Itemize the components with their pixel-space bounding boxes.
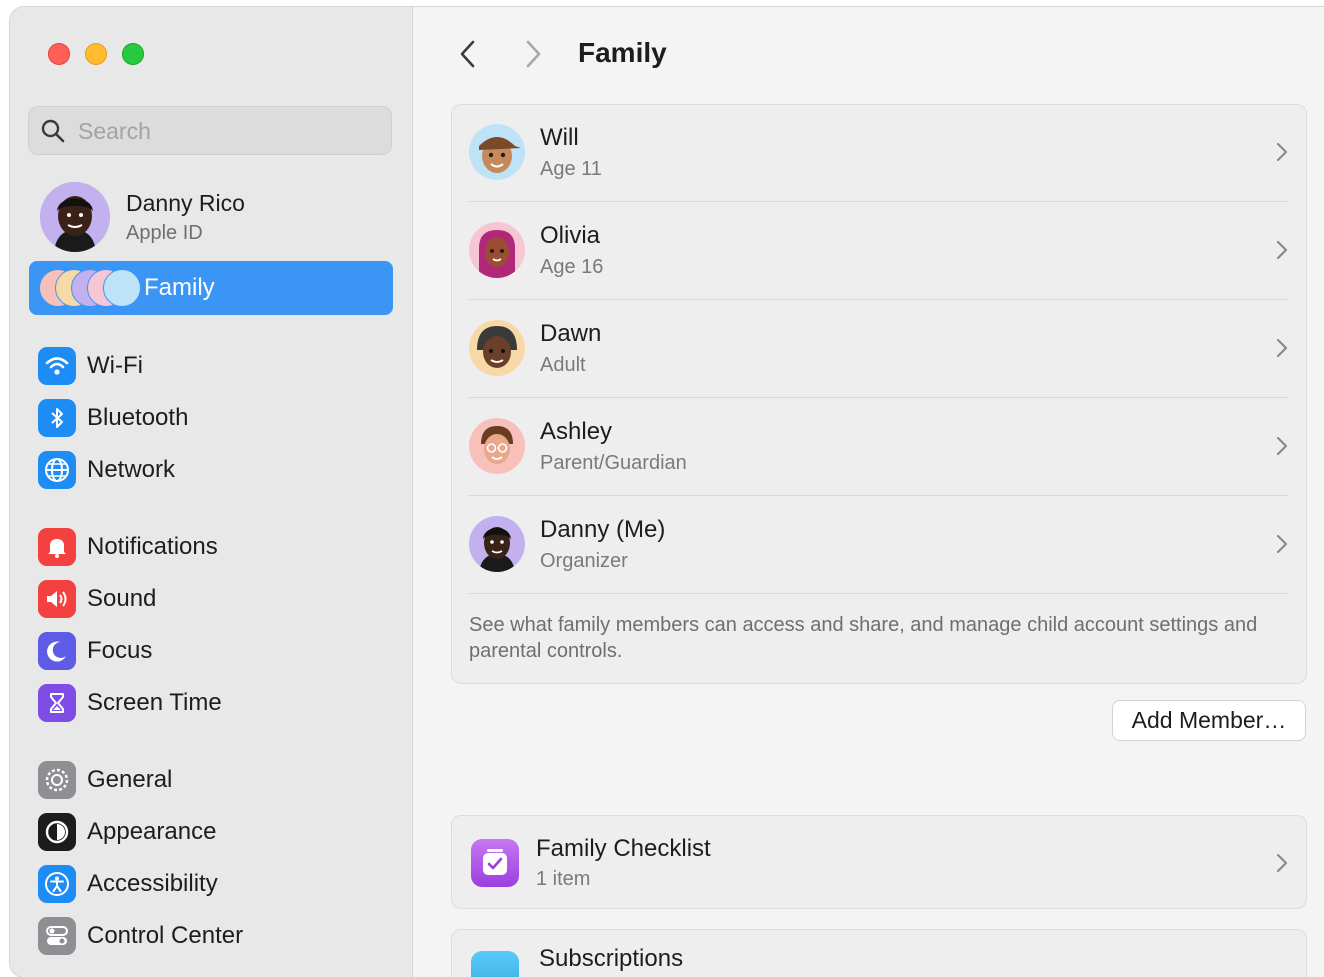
globe-icon	[38, 451, 76, 489]
sidebar-item-label: Accessibility	[87, 870, 218, 897]
member-row-danny[interactable]: Danny (Me) Organizer	[469, 496, 1289, 594]
subscriptions-title: Subscriptions	[539, 945, 684, 972]
chevron-right-icon	[1276, 338, 1288, 358]
chevron-right-icon	[1276, 853, 1288, 873]
chevron-right-icon	[1276, 240, 1288, 260]
hourglass-icon	[38, 684, 76, 722]
member-row-dawn[interactable]: Dawn Adult	[469, 300, 1289, 398]
sidebar-item-label: General	[87, 766, 173, 793]
avatar	[469, 124, 525, 180]
sidebar-item-label: Notifications	[87, 533, 218, 560]
sidebar-item-label: Bluetooth	[87, 404, 189, 431]
sidebar-item-label: Wi-Fi	[87, 352, 143, 379]
member-role: Age 11	[540, 158, 602, 180]
member-row-ashley[interactable]: Ashley Parent/Guardian	[469, 398, 1289, 496]
chevron-left-icon	[460, 40, 475, 68]
apple-id-profile[interactable]: Danny Rico Apple ID	[40, 182, 380, 254]
sidebar-item-control-center[interactable]: Control Center	[38, 914, 398, 958]
sidebar: Danny Rico Apple ID Family Wi-Fi B	[10, 7, 413, 977]
sidebar-item-screen-time[interactable]: Screen Time	[38, 681, 398, 725]
chevron-right-icon	[526, 40, 541, 68]
main-pane: Family Will Age 11 Olivia Age 16 Dawn Ad…	[413, 7, 1324, 977]
member-name: Danny (Me)	[540, 516, 666, 543]
minimize-button[interactable]	[85, 43, 107, 65]
member-name: Ashley	[540, 418, 613, 445]
sidebar-item-focus[interactable]: Focus	[38, 629, 398, 673]
sidebar-item-family[interactable]: Family	[29, 261, 393, 315]
page-title: Family	[578, 37, 667, 68]
member-row-will[interactable]: Will Age 11	[469, 104, 1289, 202]
member-role: Organizer	[540, 550, 628, 572]
sidebar-item-label: Family	[144, 274, 215, 301]
chevron-right-icon	[1276, 534, 1288, 554]
divider	[469, 593, 1289, 594]
avatar	[469, 222, 525, 278]
back-button[interactable]	[453, 37, 483, 71]
family-members-card: Will Age 11 Olivia Age 16 Dawn Adult Ash…	[451, 104, 1307, 684]
avatar	[469, 516, 525, 572]
sidebar-item-sound[interactable]: Sound	[38, 577, 398, 621]
checklist-title: Family Checklist	[536, 835, 711, 862]
subscriptions-row[interactable]: Subscriptions	[451, 929, 1307, 977]
family-description: See what family members can access and s…	[469, 614, 1258, 662]
wifi-icon	[38, 347, 76, 385]
sidebar-item-appearance[interactable]: Appearance	[38, 810, 398, 854]
sidebar-item-label: Appearance	[87, 818, 217, 845]
sidebar-item-network[interactable]: Network	[38, 448, 398, 492]
sidebar-item-notifications[interactable]: Notifications	[38, 525, 398, 569]
profile-name: Danny Rico	[126, 190, 245, 216]
sidebar-item-label: Network	[87, 456, 176, 483]
zoom-button[interactable]	[122, 43, 144, 65]
chevron-right-icon	[1276, 142, 1288, 162]
member-name: Olivia	[540, 222, 601, 249]
sidebar-item-bluetooth[interactable]: Bluetooth	[38, 396, 398, 440]
checklist-icon	[471, 839, 519, 887]
settings-window: Danny Rico Apple ID Family Wi-Fi B	[10, 7, 1324, 977]
profile-subtitle: Apple ID	[126, 222, 203, 244]
sidebar-item-accessibility[interactable]: Accessibility	[38, 862, 398, 906]
sidebar-item-label: Focus	[87, 637, 153, 664]
member-role: Adult	[540, 354, 586, 376]
forward-button[interactable]	[518, 37, 548, 71]
search-input[interactable]	[76, 106, 380, 157]
search-field[interactable]	[28, 106, 392, 157]
close-button[interactable]	[48, 43, 70, 65]
control-center-icon	[38, 917, 76, 955]
family-avatars	[39, 269, 141, 307]
member-name: Will	[540, 124, 579, 151]
gear-icon	[38, 761, 76, 799]
family-checklist-row[interactable]: Family Checklist 1 item	[451, 815, 1307, 909]
sidebar-item-label: Sound	[87, 585, 157, 612]
accessibility-icon	[38, 865, 76, 903]
add-member-button[interactable]: Add Member…	[1113, 701, 1305, 740]
member-role: Age 16	[540, 256, 604, 278]
appearance-icon	[38, 813, 76, 851]
sidebar-item-label: Control Center	[87, 922, 244, 949]
moon-icon	[38, 632, 76, 670]
member-row-olivia[interactable]: Olivia Age 16	[469, 202, 1289, 300]
member-role: Parent/Guardian	[540, 452, 687, 474]
member-name: Dawn	[540, 320, 602, 347]
checklist-subtitle: 1 item	[536, 868, 591, 890]
bell-icon	[38, 528, 76, 566]
speaker-icon	[38, 580, 76, 618]
avatar	[469, 320, 525, 376]
chevron-right-icon	[1276, 436, 1288, 456]
avatar	[469, 418, 525, 474]
sidebar-item-wifi[interactable]: Wi-Fi	[38, 344, 398, 388]
avatar	[40, 182, 110, 252]
search-icon	[41, 119, 65, 143]
sidebar-item-general[interactable]: General	[38, 758, 398, 802]
bluetooth-icon	[38, 399, 76, 437]
sidebar-item-label: Screen Time	[87, 689, 222, 716]
window-controls	[48, 43, 144, 65]
subscriptions-icon	[471, 951, 519, 977]
